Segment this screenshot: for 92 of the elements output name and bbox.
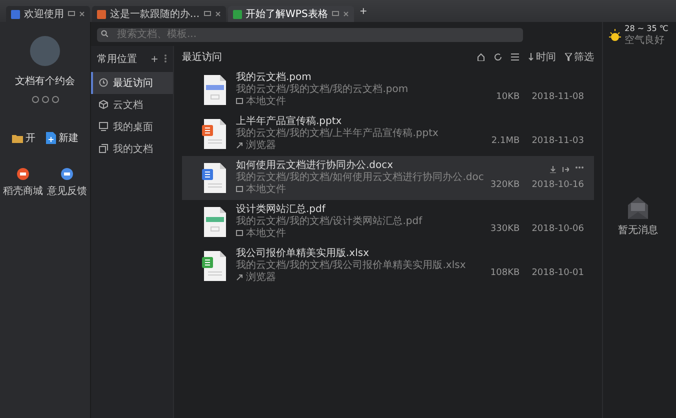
download-icon[interactable]	[550, 166, 556, 172]
quick-action[interactable]: 新建	[46, 131, 78, 145]
monitor-icon	[236, 230, 243, 237]
file-date: 2018-10-16	[532, 180, 584, 190]
quick-action[interactable]: 开	[12, 131, 36, 145]
monitor-icon	[332, 11, 339, 17]
file-name: 上半年产品宣传稿.pptx	[236, 116, 343, 126]
air-quality: 空气良好	[624, 34, 666, 47]
monitor-icon	[68, 11, 75, 17]
file-icon	[202, 74, 228, 106]
monitor-icon	[236, 98, 243, 105]
file-icon	[202, 206, 228, 238]
nav-item[interactable]: 最近访问	[91, 72, 173, 94]
folder-icon	[12, 134, 22, 142]
tab-icon	[97, 10, 106, 18]
file-date: 2018-10-06	[532, 224, 584, 234]
file-path: 我的云文档/我的文档/我的云文档.pom	[236, 84, 410, 96]
tab-icon	[232, 10, 242, 18]
new-tab-button[interactable]: +	[356, 4, 371, 18]
sort-button[interactable]: 时间	[528, 50, 556, 64]
sun-icon	[608, 28, 622, 42]
file-row[interactable]: 我的云文档.pom 我的云文档/我的文档/我的云文档.pom 本地文件 10KB 2018-11-08	[182, 68, 594, 112]
monitor-icon	[204, 11, 211, 17]
file-path: 我的云文档/我的文档/如何使用云文档进行协同办公.doc	[236, 172, 482, 184]
file-row[interactable]: 上半年产品宣传稿.pptx 我的云文档/我的文档/上半年产品宣传稿.pptx 浏览器 2.1MB 2018-11-03	[182, 112, 594, 156]
file-size: 320KB	[490, 180, 520, 190]
file-row[interactable]: 我公司报价单精美实用版.xlsx 我的云文档/我的文档/我公司报价单精美实用版.xlsx 浏览器 108KB 2018-10-01	[182, 244, 594, 288]
file-location: 浏览器	[246, 272, 276, 284]
add-button[interactable]: +	[150, 52, 158, 66]
share-icon[interactable]	[562, 166, 569, 172]
file-icon	[202, 162, 228, 194]
nav-item[interactable]: 我的桌面	[91, 116, 173, 138]
file-row[interactable]: 设计类网站汇总.pdf 我的云文档/我的文档/设计类网站汇总.pdf 本地文件 330KB 2018-10-06	[182, 200, 594, 244]
nav-label: 我的文档	[113, 142, 153, 156]
file-date: 2018-11-08	[532, 92, 584, 102]
empty-message: 暂无消息	[618, 224, 658, 237]
file-size: 330KB	[490, 224, 520, 234]
file-name: 设计类网站汇总.pdf	[236, 204, 327, 214]
file-name: 我的云文档.pom	[236, 72, 312, 82]
nav-label: 我的桌面	[113, 120, 153, 134]
clock-icon	[99, 78, 108, 87]
close-icon[interactable]	[214, 11, 221, 17]
file-name: 如何使用云文档进行协同办公.docx	[236, 160, 394, 172]
file-date: 2018-10-01	[532, 268, 584, 278]
file-size: 10KB	[496, 92, 520, 102]
file-icon	[202, 118, 228, 150]
file-location: 本地文件	[246, 228, 286, 240]
file-date: 2018-11-03	[532, 136, 584, 146]
link-icon	[236, 142, 243, 149]
temperature: 28 ~ 35 ℃	[624, 24, 668, 33]
documents-icon	[99, 144, 108, 153]
browser-tab[interactable]: 欢迎使用	[6, 6, 90, 22]
list-view-icon[interactable]	[511, 52, 519, 60]
file-location: 浏览器	[246, 140, 276, 152]
file-path: 我的云文档/我的文档/设计类网站汇总.pdf	[236, 216, 424, 228]
refresh-icon[interactable]	[494, 52, 502, 60]
browser-tab[interactable]: 这是一款跟随的办...	[92, 6, 226, 22]
link-icon	[236, 274, 243, 281]
app-link[interactable]: 稻壳商城	[3, 168, 43, 198]
document-icon	[46, 132, 56, 144]
home-icon[interactable]	[477, 52, 485, 60]
nav-item[interactable]: 我的文档	[91, 138, 173, 160]
file-path: 我的云文档/我的文档/我公司报价单精美实用版.xlsx	[236, 260, 467, 272]
monitor-icon	[99, 122, 108, 131]
nav-item[interactable]: 云文档	[91, 94, 173, 116]
nav-title: 常用位置	[97, 52, 138, 66]
file-row[interactable]: 如何使用云文档进行协同办公.docx 我的云文档/我的文档/如何使用云文档进行协同办公.doc 本地文件 320KB 2018-10-16	[182, 156, 594, 200]
more-icon[interactable]	[575, 166, 584, 168]
tab-icon	[11, 10, 20, 18]
file-location: 本地文件	[246, 184, 286, 196]
close-icon[interactable]	[79, 11, 85, 17]
app-link[interactable]: 意见反馈	[47, 168, 87, 198]
cube-icon	[99, 100, 108, 109]
filter-icon	[565, 52, 572, 60]
filter-button[interactable]: 筛选	[565, 50, 594, 64]
section-title: 最近访问	[182, 50, 223, 64]
file-location: 本地文件	[246, 96, 286, 108]
search-field[interactable]: 搜索文档、模板...	[97, 28, 523, 42]
envelope-icon	[628, 197, 648, 219]
monitor-icon	[236, 186, 243, 193]
sort-icon	[528, 52, 534, 60]
browser-tab[interactable]: 开始了解WPS表格	[228, 6, 354, 22]
nav-label: 最近访问	[113, 76, 153, 90]
more-icon[interactable]	[164, 54, 167, 63]
profile-name: 文档有个约会	[15, 74, 75, 88]
close-icon[interactable]	[342, 11, 349, 17]
file-size: 108KB	[490, 268, 520, 278]
file-icon	[202, 250, 228, 282]
file-name: 我公司报价单精美实用版.xlsx	[236, 248, 370, 260]
file-size: 2.1MB	[491, 136, 520, 146]
file-path: 我的云文档/我的文档/上半年产品宣传稿.pptx	[236, 128, 440, 140]
nav-label: 云文档	[113, 98, 143, 112]
